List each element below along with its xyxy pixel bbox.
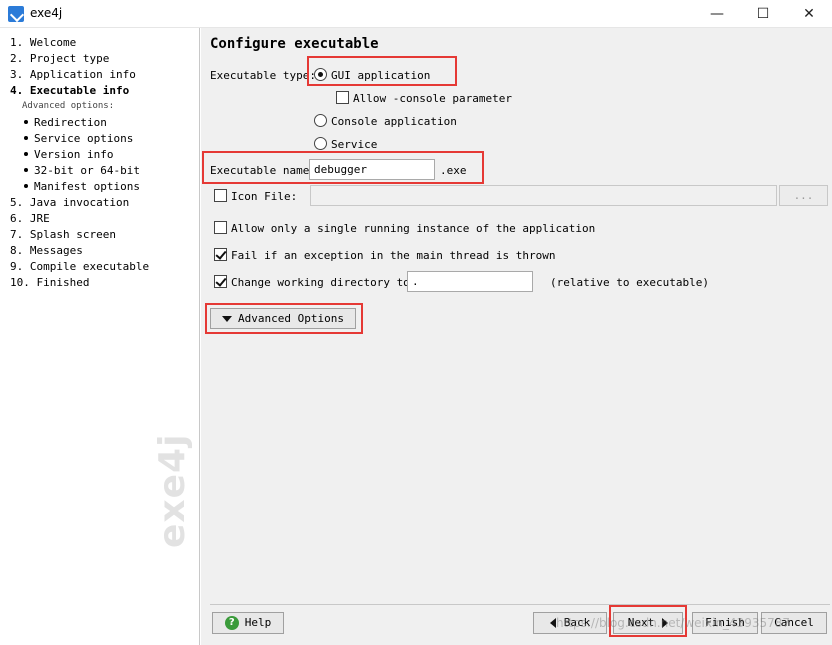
maximize-button[interactable]: ☐ — [740, 0, 786, 28]
single-instance-label: Allow only a single running instance of … — [231, 222, 596, 235]
step-messages[interactable]: 8. Messages — [10, 244, 83, 258]
advanced-options-button[interactable]: Advanced Options — [210, 308, 356, 329]
step-project-type[interactable]: 2. Project type — [10, 52, 109, 66]
substep-label: Manifest options — [34, 180, 140, 193]
window-title: exe4j — [30, 6, 63, 20]
executable-type-label: Executable type: — [210, 69, 316, 82]
bullet-icon — [24, 152, 28, 156]
single-instance-checkbox[interactable] — [214, 221, 227, 234]
allow-console-label: Allow -console parameter — [353, 92, 512, 105]
substep-manifest-options[interactable]: Manifest options — [22, 180, 140, 193]
allow-console-checkbox[interactable] — [336, 91, 349, 104]
advanced-options-label: Advanced Options — [238, 312, 344, 325]
step-compile-executable[interactable]: 9. Compile executable — [10, 260, 149, 274]
exe-suffix: .exe — [440, 164, 467, 177]
minimize-button[interactable]: — — [694, 0, 740, 28]
configure-executable-panel: Configure executable Executable type: GU… — [201, 28, 832, 645]
exe4j-app-icon — [8, 6, 24, 22]
arrow-left-icon — [549, 618, 556, 628]
service-label: Service — [331, 138, 378, 151]
help-icon: ? — [224, 616, 239, 630]
icon-file-label: Icon File: — [231, 190, 298, 203]
change-directory-checkbox[interactable] — [214, 275, 227, 288]
substep-redirection[interactable]: Redirection — [22, 116, 107, 129]
executable-name-label: Executable name: — [210, 164, 316, 177]
bullet-icon — [24, 168, 28, 172]
step-java-invocation[interactable]: 5. Java invocation — [10, 196, 129, 210]
footer-separator — [210, 604, 830, 605]
substep-service-options[interactable]: Service options — [22, 132, 133, 145]
substep-version-info[interactable]: Version info — [22, 148, 113, 161]
title-bar: exe4j — ☐ ✕ — [0, 0, 832, 28]
icon-file-checkbox[interactable] — [214, 189, 227, 202]
step-jre[interactable]: 6. JRE — [10, 212, 50, 226]
step-executable-info[interactable]: 4. Executable info — [10, 84, 129, 98]
step-splash-screen[interactable]: 7. Splash screen — [10, 228, 116, 242]
close-button[interactable]: ✕ — [786, 0, 832, 28]
executable-name-input[interactable]: debugger — [309, 159, 435, 180]
console-application-label: Console application — [331, 115, 457, 128]
substep-label: Redirection — [34, 116, 107, 129]
chevron-down-icon — [222, 316, 233, 322]
exe4j-brand-logo: exe4j — [152, 433, 193, 548]
bullet-icon — [24, 184, 28, 188]
fail-exception-checkbox[interactable] — [214, 248, 227, 261]
step-finished[interactable]: 10. Finished — [10, 276, 89, 290]
service-radio[interactable] — [314, 137, 327, 150]
change-directory-label: Change working directory to: — [231, 276, 417, 289]
substep-label: Service options — [34, 132, 134, 145]
console-application-radio[interactable] — [314, 114, 327, 127]
relative-note: (relative to executable) — [550, 276, 709, 289]
gui-application-radio[interactable] — [314, 68, 327, 81]
page-title: Configure executable — [210, 36, 379, 52]
help-label: Help — [244, 616, 272, 629]
fail-exception-label: Fail if an exception in the main thread … — [231, 249, 556, 262]
substep-32-or-64-bit[interactable]: 32-bit or 64-bit — [22, 164, 140, 177]
step-welcome[interactable]: 1. Welcome — [10, 36, 76, 50]
csdn-watermark: https://blog.csdn.net/weixin_43935787 — [556, 616, 791, 630]
browse-icon-button[interactable]: ... — [779, 185, 828, 206]
bullet-icon — [24, 120, 28, 124]
bullet-icon — [24, 136, 28, 140]
help-button[interactable]: ? Help — [212, 612, 284, 634]
substep-label: 32-bit or 64-bit — [34, 164, 140, 177]
wizard-steps-sidebar: 1. Welcome 2. Project type 3. Applicatio… — [0, 28, 200, 645]
advanced-options-heading: Advanced options: — [22, 101, 115, 111]
gui-application-label: GUI application — [331, 69, 431, 82]
substep-label: Version info — [34, 148, 114, 161]
icon-file-input[interactable] — [310, 185, 777, 206]
working-directory-input[interactable]: . — [407, 271, 533, 292]
step-application-info[interactable]: 3. Application info — [10, 68, 136, 82]
